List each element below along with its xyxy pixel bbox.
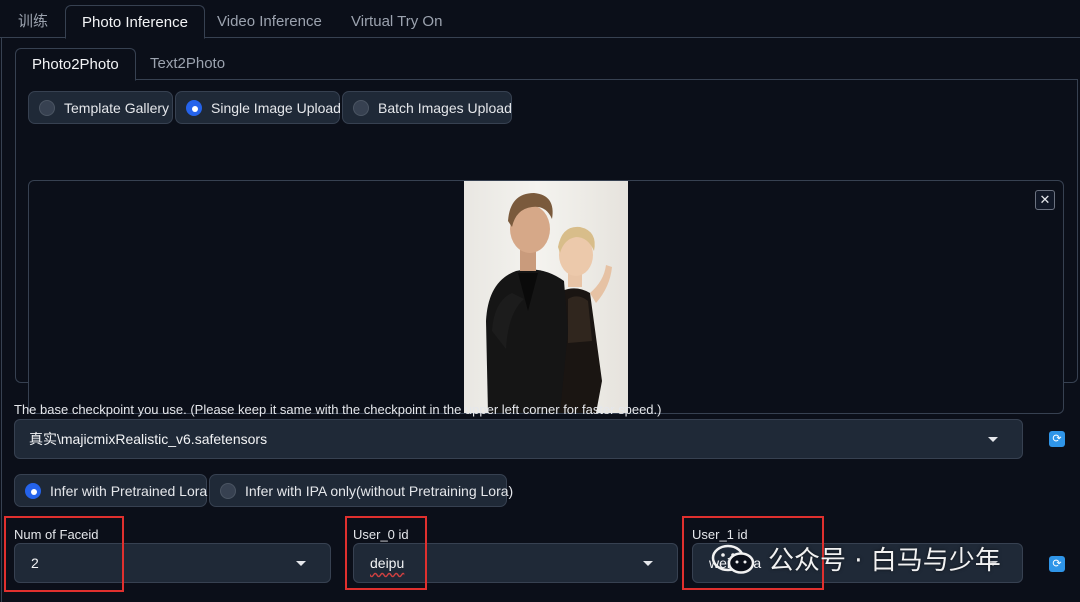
tab-video-inference[interactable]: Video Inference	[201, 5, 338, 38]
radio-label: Template Gallery	[64, 99, 170, 116]
radio-label: Infer with Pretrained Lora	[50, 482, 208, 499]
radio-template-gallery[interactable]: Template Gallery	[28, 91, 173, 124]
checkpoint-dropdown[interactable]: 真实\majicmixRealistic_v6.safetensors	[14, 419, 1023, 459]
radio-batch-images-upload[interactable]: Batch Images Upload	[342, 91, 512, 124]
refresh-icon[interactable]: ⟳	[1049, 556, 1065, 572]
tab-photo2photo[interactable]: Photo2Photo	[15, 48, 136, 81]
chevron-down-icon	[296, 561, 306, 566]
radio-label: Infer with IPA only(without Pretraining …	[245, 482, 514, 499]
radio-indicator-checked	[186, 99, 202, 116]
radio-infer-pretrained-lora[interactable]: Infer with Pretrained Lora	[14, 474, 207, 507]
couple-photo-illustration	[486, 193, 612, 413]
top-tab-bar: 训练 Photo Inference Video Inference Virtu…	[0, 0, 1080, 39]
radio-indicator-checked	[25, 482, 41, 499]
tab-text2photo[interactable]: Text2Photo	[134, 48, 241, 80]
close-icon[interactable]: ✕	[1035, 190, 1055, 210]
chevron-down-icon	[988, 437, 998, 442]
radio-single-image-upload[interactable]: Single Image Upload	[175, 91, 341, 124]
watermark-text: 公众号 · 白马与少年	[768, 546, 1001, 576]
refresh-icon[interactable]: ⟳	[1049, 431, 1065, 447]
tab-photo-inference[interactable]: Photo Inference	[65, 5, 205, 39]
checkpoint-value: 真实\majicmixRealistic_v6.safetensors	[29, 431, 268, 447]
wechat-logo-icon	[711, 544, 755, 574]
radio-label: Single Image Upload	[211, 99, 341, 116]
uploaded-photo	[464, 181, 628, 413]
radio-indicator	[220, 482, 236, 499]
photo2photo-content: Template Gallery Single Image Upload Bat…	[15, 80, 1078, 414]
photo-inference-panel: Photo2Photo Text2Photo Template Gallery …	[1, 38, 1080, 602]
radio-infer-ipa-only[interactable]: Infer with IPA only(without Pretraining …	[209, 474, 513, 507]
radio-indicator	[353, 99, 369, 116]
radio-label: Batch Images Upload	[378, 99, 512, 116]
chevron-down-icon	[643, 561, 653, 566]
inner-tab-bar: Photo2Photo Text2Photo	[15, 47, 1078, 81]
highlight-box-num-faceid	[4, 516, 124, 592]
image-upload-area[interactable]: ✕	[28, 180, 1064, 414]
tab-virtual-try-on[interactable]: Virtual Try On	[335, 5, 458, 38]
highlight-box-user0	[345, 516, 427, 590]
tab-training[interactable]: 训练	[2, 5, 64, 38]
radio-indicator	[39, 99, 55, 116]
checkpoint-label: The base checkpoint you use. (Please kee…	[14, 402, 662, 417]
